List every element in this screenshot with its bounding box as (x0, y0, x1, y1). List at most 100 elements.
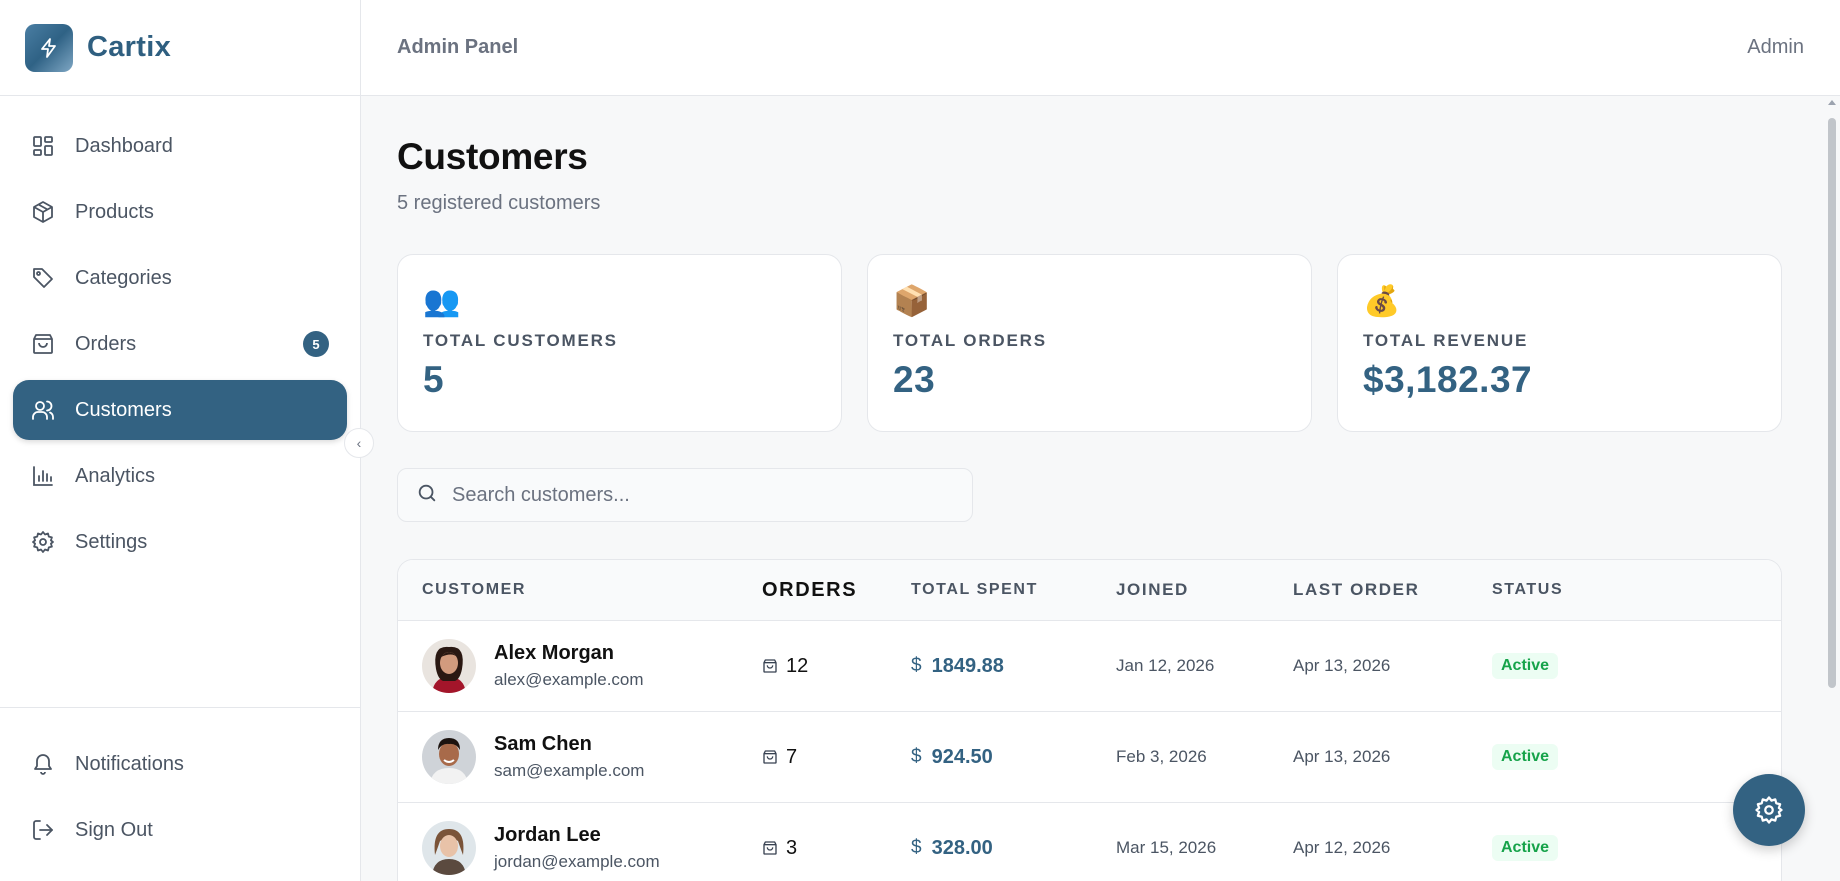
sidebar-item-label: Notifications (75, 752, 184, 775)
orders-cell: 12 (762, 655, 911, 678)
orders-cell: 3 (762, 837, 911, 860)
sidebar-item-label: Customers (75, 398, 172, 421)
sidebar-item-label: Settings (75, 530, 148, 553)
sidebar-nav: Dashboard Products Categories Orders 5 C… (0, 96, 360, 572)
avatar (422, 639, 476, 693)
page-scrollbar[interactable] (1824, 96, 1840, 881)
sidebar-item-label: Dashboard (75, 134, 173, 157)
table-row[interactable]: Alex Morgan alex@example.com 12 $ 1849.8… (398, 621, 1781, 712)
sidebar-bottom: Notifications Sign Out (0, 707, 360, 881)
status-cell: Active (1492, 653, 1642, 679)
orders-count: 12 (786, 654, 809, 677)
package-emoji-icon: 📦 (893, 285, 931, 318)
sidebar-item-label: Categories (75, 266, 172, 289)
avatar (422, 730, 476, 784)
customer-name: Sam Chen (494, 733, 592, 755)
table-header: CUSTOMER ORDERS TOTAL SPENT JOINED LAST … (398, 560, 1781, 621)
customer-cell: Jordan Lee jordan@example.com (422, 821, 762, 875)
sidebar-item-categories[interactable]: Categories (13, 248, 347, 308)
sidebar-item-orders[interactable]: Orders 5 (13, 314, 347, 374)
spent-cell: $ 328.00 (911, 837, 1116, 860)
total-spent: 328.00 (931, 836, 993, 859)
user-menu[interactable]: Admin (1747, 36, 1804, 59)
brand[interactable]: Cartix (0, 0, 360, 96)
last-order-date: Apr 13, 2026 (1293, 747, 1391, 766)
customer-name: Jordan Lee (494, 824, 601, 846)
sidebar-item-label: Analytics (75, 464, 156, 487)
sidebar-item-dashboard[interactable]: Dashboard (13, 116, 347, 176)
stat-card-customers: 👥 TOTAL CUSTOMERS 5 (397, 254, 842, 432)
sign-out-icon (30, 817, 56, 843)
gear-icon (1754, 795, 1784, 825)
sidebar-item-customers[interactable]: Customers (13, 380, 347, 440)
status-badge: Active (1492, 744, 1559, 770)
avatar (422, 821, 476, 875)
sidebar-item-sign-out[interactable]: Sign Out (13, 800, 347, 860)
customer-cell: Sam Chen sam@example.com (422, 730, 762, 784)
main-content: Customers 5 registered customers 👥 TOTAL… (361, 96, 1824, 881)
settings-fab-button[interactable] (1733, 774, 1805, 846)
column-header-joined[interactable]: JOINED (1116, 580, 1293, 600)
sidebar-item-label: Sign Out (75, 818, 153, 841)
column-header-last-order[interactable]: LAST ORDER (1293, 580, 1492, 600)
sidebar-item-analytics[interactable]: Analytics (13, 446, 347, 506)
stat-value: 5 (423, 359, 445, 400)
customers-table: CUSTOMER ORDERS TOTAL SPENT JOINED LAST … (397, 559, 1782, 881)
page-title: Customers (397, 136, 588, 177)
joined-date: Feb 3, 2026 (1116, 747, 1207, 766)
status-badge: Active (1492, 653, 1559, 679)
stat-label: TOTAL REVENUE (1363, 331, 1529, 350)
spent-cell: $ 924.50 (911, 746, 1116, 769)
spent-cell: $ 1849.88 (911, 655, 1116, 678)
sidebar-item-settings[interactable]: Settings (13, 512, 347, 572)
table-row[interactable]: Sam Chen sam@example.com 7 $ 924.50 Feb … (398, 712, 1781, 803)
bolt-icon (25, 23, 73, 72)
scroll-thumb[interactable] (1828, 118, 1836, 688)
stat-value: $3,182.37 (1363, 359, 1533, 400)
table-row[interactable]: Jordan Lee jordan@example.com 3 $ 328.00… (398, 803, 1781, 881)
search-box[interactable] (397, 468, 973, 522)
bar-chart-icon (30, 463, 56, 489)
column-header-customer[interactable]: CUSTOMER (422, 581, 762, 599)
column-header-total-spent[interactable]: TOTAL SPENT (911, 581, 1116, 599)
users-emoji-icon: 👥 (423, 285, 461, 318)
customer-name: Alex Morgan (494, 642, 615, 664)
status-badge: Active (1492, 835, 1559, 861)
stat-label: TOTAL ORDERS (893, 331, 1047, 350)
total-spent: 1849.88 (931, 654, 1004, 677)
sidebar-item-notifications[interactable]: Notifications (13, 734, 347, 794)
column-header-orders[interactable]: ORDERS (762, 579, 911, 602)
status-cell: Active (1492, 744, 1642, 770)
joined-date: Mar 15, 2026 (1116, 838, 1217, 857)
gear-icon (30, 529, 56, 555)
last-order-date: Apr 12, 2026 (1293, 838, 1391, 857)
customer-email: jordan@example.com (494, 852, 660, 871)
orders-count: 3 (786, 836, 798, 859)
search-icon (416, 482, 438, 509)
column-header-status[interactable]: STATUS (1492, 581, 1642, 599)
currency-symbol: $ (911, 837, 922, 858)
search-input[interactable] (452, 483, 952, 507)
orders-cell: 7 (762, 746, 911, 769)
stats-row: 👥 TOTAL CUSTOMERS 5 📦 TOTAL ORDERS 23 💰 … (397, 254, 1788, 432)
orders-count: 7 (786, 745, 798, 768)
brand-name: Cartix (87, 31, 171, 63)
dashboard-icon (30, 133, 56, 159)
sidebar-collapse-button[interactable]: ‹ (344, 428, 374, 458)
header-title: Admin Panel (397, 36, 519, 58)
currency-symbol: $ (911, 655, 922, 676)
stat-card-orders: 📦 TOTAL ORDERS 23 (867, 254, 1312, 432)
sidebar-item-products[interactable]: Products (13, 182, 347, 242)
box-icon (30, 199, 56, 225)
sidebar-item-label: Products (75, 200, 154, 223)
bell-icon (30, 751, 56, 777)
last-order-date: Apr 13, 2026 (1293, 656, 1391, 675)
top-header: Admin Panel Admin (361, 0, 1840, 96)
sidebar-item-label: Orders (75, 332, 137, 355)
sidebar: Cartix Dashboard Products Categories Ord… (0, 0, 361, 881)
currency-symbol: $ (911, 746, 922, 767)
page-subtitle: 5 registered customers (397, 192, 601, 214)
joined-date: Jan 12, 2026 (1116, 656, 1215, 675)
shopping-bag-icon (762, 658, 778, 674)
scroll-up-arrow-icon[interactable] (1828, 100, 1836, 105)
